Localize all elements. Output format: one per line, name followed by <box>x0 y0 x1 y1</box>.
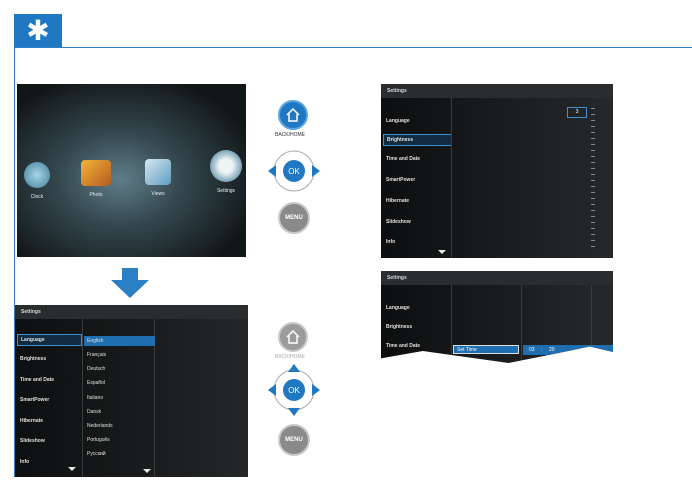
ok-dpad-4way[interactable]: OK <box>266 362 322 418</box>
menu-button[interactable]: MENU <box>278 424 310 456</box>
menu-language[interactable]: Language <box>17 334 82 346</box>
down-arrow-icon <box>288 408 300 416</box>
screen-title: Settings <box>381 271 613 285</box>
settings-brightness-screen: Settings Language Brightness Time and Da… <box>381 84 613 258</box>
settings-icon <box>210 150 242 182</box>
scroll-down-icon <box>143 469 151 473</box>
menu-time-date[interactable]: Time and Date <box>383 341 420 351</box>
ok-label: OK <box>288 167 300 176</box>
menu-button[interactable]: MENU <box>278 202 310 234</box>
minute-value[interactable]: 20 <box>549 345 555 355</box>
photo-icon <box>81 160 111 186</box>
home-button[interactable] <box>278 100 308 130</box>
lang-nederlands[interactable]: Nederlands <box>84 421 113 431</box>
screen-title: Settings <box>381 84 613 98</box>
hour-value[interactable]: 03 <box>529 345 535 355</box>
menu-info[interactable]: Info <box>383 237 395 247</box>
time-separator: : <box>541 347 543 353</box>
lang-deutsch[interactable]: Deutsch <box>84 364 105 374</box>
lang-portugues[interactable]: Português <box>84 435 110 445</box>
menu-brightness[interactable]: Brightness <box>383 134 452 146</box>
left-arrow-icon <box>268 165 276 177</box>
home-icon-clock[interactable]: Clock <box>20 162 54 200</box>
menu-brightness[interactable]: Brightness <box>383 322 412 332</box>
back-home-label: BACK/HOME <box>275 132 306 138</box>
menu-brightness[interactable]: Brightness <box>17 354 46 364</box>
home-screen: Clock Photo Views Settings <box>17 84 246 257</box>
right-arrow-icon <box>312 165 320 177</box>
menu-info[interactable]: Info <box>17 457 29 467</box>
menu-smartpower[interactable]: SmartPower <box>383 175 415 185</box>
screen-title: Settings <box>15 305 248 319</box>
lang-english[interactable]: English <box>84 336 155 346</box>
lang-italiano[interactable]: Italiano <box>84 393 103 403</box>
house-icon <box>286 107 300 122</box>
menu-language[interactable]: Language <box>383 303 410 313</box>
ok-dpad[interactable]: OK <box>266 143 322 199</box>
back-home-label: BACK/HOME <box>275 354 306 360</box>
menu-smartpower[interactable]: SmartPower <box>17 395 49 405</box>
brightness-scale[interactable] <box>591 108 595 248</box>
menu-language[interactable]: Language <box>383 116 410 126</box>
clock-icon <box>24 162 50 188</box>
header-rule <box>14 47 692 48</box>
menu-slideshow[interactable]: Slideshow <box>17 436 45 446</box>
set-time-item[interactable]: Set Time <box>453 345 519 354</box>
views-icon <box>145 159 171 185</box>
settings-language-screen: Settings Language Brightness Time and Da… <box>15 305 248 477</box>
home-icon-photo[interactable]: Photo <box>79 160 113 198</box>
lang-russian[interactable]: Русский <box>84 449 106 459</box>
house-icon <box>286 329 300 344</box>
settings-header-badge: ✱ <box>14 14 62 48</box>
menu-time-date[interactable]: Time and Date <box>383 154 420 164</box>
lang-francais[interactable]: Français <box>84 350 106 360</box>
menu-slideshow[interactable]: Slideshow <box>383 217 411 227</box>
settings-time-screen: Settings Language Brightness Time and Da… <box>381 271 613 363</box>
menu-time-date[interactable]: Time and Date <box>17 375 54 385</box>
home-icon-views[interactable]: Views <box>141 159 175 197</box>
ok-label: OK <box>288 386 300 395</box>
home-icon-settings[interactable]: Settings <box>209 150 243 194</box>
menu-hibernate[interactable]: Hibernate <box>383 196 409 206</box>
gear-icon: ✱ <box>26 15 50 46</box>
home-button[interactable] <box>278 322 308 352</box>
left-arrow-icon <box>268 384 276 396</box>
brightness-value[interactable]: 3 <box>567 107 587 118</box>
up-arrow-icon <box>288 364 300 372</box>
right-arrow-icon <box>312 384 320 396</box>
lang-espanol[interactable]: Español <box>84 378 105 388</box>
scroll-down-icon <box>68 467 76 471</box>
lang-dansk[interactable]: Dansk <box>84 407 101 417</box>
menu-hibernate[interactable]: Hibernate <box>17 416 43 426</box>
scroll-down-icon <box>438 250 446 254</box>
arrow-down-icon <box>111 268 149 298</box>
time-field[interactable]: 03 : 20 <box>523 345 613 355</box>
